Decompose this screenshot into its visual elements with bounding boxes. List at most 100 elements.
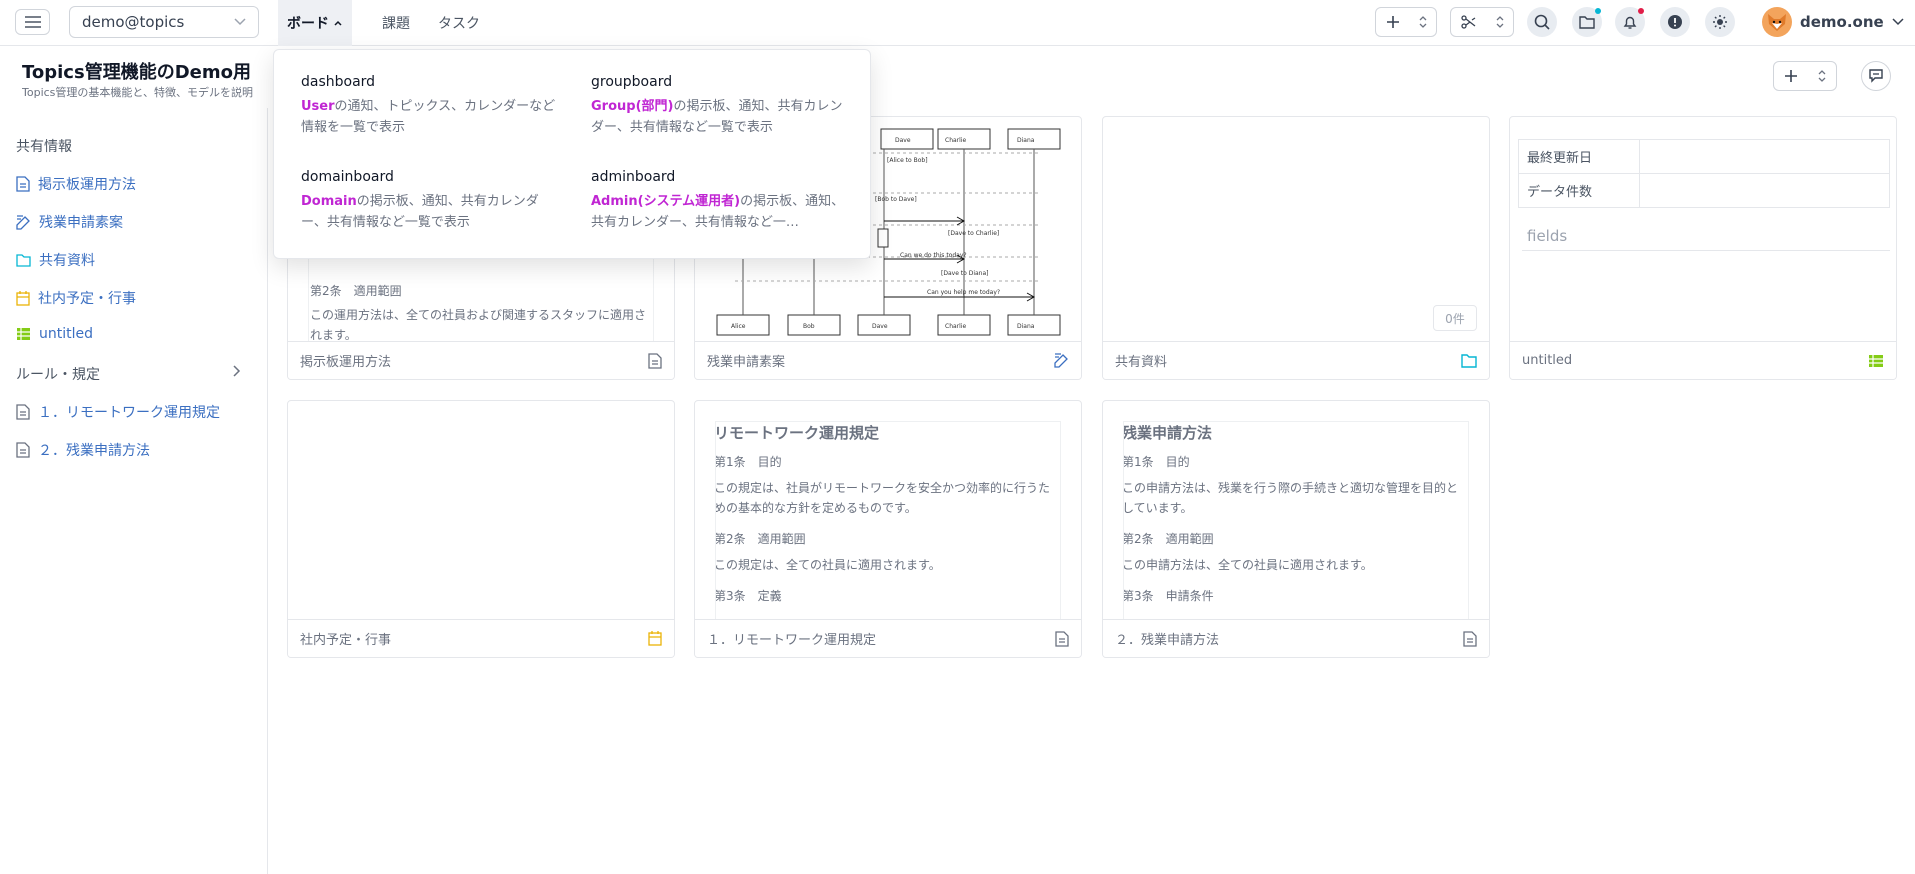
section-heading: 第2条 適用範囲 xyxy=(715,532,806,546)
message-label: [Dave to Diana] xyxy=(941,270,989,277)
workspace-value: demo@topics xyxy=(82,13,185,31)
menu-item-title: dashboard xyxy=(301,74,376,90)
doc-title: リモートワーク運用規定 xyxy=(715,424,880,442)
notifications-button[interactable] xyxy=(1615,7,1645,37)
sun-icon xyxy=(1713,15,1727,29)
sidebar-item-untitled[interactable]: untitled xyxy=(16,326,93,342)
page-title: Topics管理機能のDemo用 xyxy=(22,62,251,83)
message-label: Can we do this today? xyxy=(900,252,967,259)
card-overtime-method[interactable]: 残業申請方法 第1条 目的 この申請方法は、残業を行う際の手続きと適切な管理を目… xyxy=(1102,400,1490,658)
message-label: Can you help me today? xyxy=(927,289,1000,296)
fox-avatar-icon xyxy=(1768,14,1786,31)
message-label: [Dave to Charlie] xyxy=(948,230,999,237)
chevron-up-icon xyxy=(334,20,342,26)
updown-icon xyxy=(1419,16,1426,28)
user-name: demo.one xyxy=(1800,13,1884,31)
menu-item-domainboard[interactable]: domainboard Domainの掲示板、通知、共有カレンダー、共有情報など… xyxy=(301,169,556,233)
card-remote-work[interactable]: リモートワーク運用規定 第1条 目的 この規定は、社員がリモートワークを安全かつ… xyxy=(694,400,1082,658)
sidebar-item-overtime-draft[interactable]: 残業申請素案 xyxy=(16,212,123,232)
sidebar-item-remote-work[interactable]: １．リモートワーク運用規定 xyxy=(16,402,220,422)
folder-icon xyxy=(1579,16,1595,29)
card-untitled[interactable]: 最終更新日 データ件数 fields untitled xyxy=(1509,116,1897,380)
comment-button[interactable] xyxy=(1861,61,1891,91)
card-footer-label: 掲示板運用方法 xyxy=(300,355,392,370)
theme-toggle-button[interactable] xyxy=(1705,7,1735,37)
user-menu[interactable]: demo.one xyxy=(1762,6,1904,38)
menu-item-adminboard[interactable]: adminboard Admin(システム運用者)の掲示板、通知、共有カレンダー… xyxy=(591,169,846,233)
card-calendar[interactable]: 社内予定・行事 xyxy=(287,400,675,658)
section-heading: 第3条 申請条件 xyxy=(1123,589,1214,603)
message-label: [Alice to Bob] xyxy=(887,157,928,164)
nav-kadai[interactable]: 課題 xyxy=(382,0,410,46)
menu-item-description: Admin(システム運用者)の掲示板、通知、共有カレンダー、共有情報など一… xyxy=(591,191,846,233)
sidebar-section-rules[interactable]: ルール・規定 xyxy=(16,364,100,384)
section-body: この申請方法は、全ての社員に適用されます。 xyxy=(1123,558,1373,572)
card-preview: リモートワーク運用規定 第1条 目的 この規定は、社員がリモートワークを安全かつ… xyxy=(715,421,1061,619)
card-footer-label: 共有資料 xyxy=(1115,355,1168,370)
plus-icon xyxy=(1386,16,1399,28)
folder-badge-dot xyxy=(1595,8,1601,14)
card-footer: untitled xyxy=(1510,341,1896,379)
sidebar-item-label: 残業申請素案 xyxy=(39,215,123,231)
nav-board-label: ボード xyxy=(287,16,329,32)
document-icon xyxy=(16,442,30,458)
section-heading: 第1条 目的 xyxy=(715,455,782,469)
document-icon xyxy=(1055,630,1069,647)
actor-label: Charlie xyxy=(945,323,966,330)
card-footer-label: １．リモートワーク運用規定 xyxy=(707,633,877,648)
nav-board-menu[interactable]: ボード xyxy=(278,0,352,46)
menu-item-groupboard[interactable]: groupboard Group(部門)の掲示板、通知、共有カレンダー、共有情報… xyxy=(591,74,846,138)
chevron-down-icon xyxy=(1892,18,1904,26)
document-icon xyxy=(1463,630,1477,647)
highlight: Group(部門) xyxy=(591,99,674,114)
card-footer-label: 残業申請素案 xyxy=(707,355,786,370)
header-add-button[interactable] xyxy=(1773,61,1837,91)
add-split-button[interactable] xyxy=(1375,7,1437,37)
sidebar-section-shared: 共有情報 xyxy=(16,139,72,155)
actor-label: Diana xyxy=(1017,137,1035,144)
top-bar: demo@topics ボード 課題 タスク demo.one xyxy=(0,0,1915,46)
chevron-right-icon[interactable] xyxy=(232,364,242,378)
sidebar-item-label: １．リモートワーク運用規定 xyxy=(38,405,220,421)
calendar-icon xyxy=(648,631,662,646)
actor-label: Bob xyxy=(803,323,815,330)
doc-title: 残業申請方法 xyxy=(1123,424,1213,442)
updown-icon xyxy=(1496,16,1503,28)
card-shared-files[interactable]: 0件 共有資料 xyxy=(1102,116,1490,380)
sidebar-item-bulletin[interactable]: 掲示板運用方法 xyxy=(16,174,136,194)
card-footer: 社内予定・行事 xyxy=(288,619,674,657)
card-footer: 残業申請素案 xyxy=(695,341,1081,379)
search-button[interactable] xyxy=(1527,7,1557,37)
document-icon xyxy=(648,352,662,369)
menu-button[interactable] xyxy=(15,9,50,35)
avatar xyxy=(1762,7,1792,37)
sidebar-item-overtime-method[interactable]: ２．残業申請方法 xyxy=(16,440,150,460)
meta-label: データ件数 xyxy=(1518,173,1640,208)
nav-task[interactable]: タスク xyxy=(438,0,480,46)
sidebar-item-calendar[interactable]: 社内予定・行事 xyxy=(16,288,136,308)
menu-item-description: Group(部門)の掲示板、通知、共有カレンダー、共有情報など一覧で表示 xyxy=(591,96,846,138)
table-icon xyxy=(1869,354,1883,367)
section-body: この規定は、社員がリモートワークを安全かつ効率的に行うための基本的な方針を定める… xyxy=(715,481,1051,515)
sidebar-item-label: 掲示板運用方法 xyxy=(38,177,136,193)
document-icon xyxy=(16,404,30,420)
card-footer-label: untitled xyxy=(1522,353,1573,368)
message-label: [Bob to Dave] xyxy=(875,196,917,203)
meta-label: 最終更新日 xyxy=(1518,139,1640,174)
tools-split-button[interactable] xyxy=(1450,7,1514,37)
sidebar-item-shared-files[interactable]: 共有資料 xyxy=(16,250,95,270)
folder-button[interactable] xyxy=(1572,7,1602,37)
menu-item-dashboard[interactable]: dashboard Userの通知、トピックス、カレンダーなど情報を一覧で表示 xyxy=(301,74,556,138)
card-footer: １．リモートワーク運用規定 xyxy=(695,619,1081,657)
alert-button[interactable] xyxy=(1660,7,1690,37)
exclamation-icon xyxy=(1668,15,1682,29)
workspace-select[interactable]: demo@topics xyxy=(69,6,259,38)
folder-icon xyxy=(1461,353,1477,368)
sidebar-item-label: 社内予定・行事 xyxy=(38,291,136,307)
highlight: Domain xyxy=(301,194,357,209)
section-body: この申請方法は、残業を行う際の手続きと適切な管理を目的としています。 xyxy=(1123,481,1459,515)
actor-label: Dave xyxy=(895,137,911,144)
comment-icon xyxy=(1869,69,1883,83)
sidebar: 共有情報 掲示板運用方法 残業申請素案 共有資料 社内予定・行事 untitle… xyxy=(0,108,268,874)
updown-icon xyxy=(1818,70,1826,82)
